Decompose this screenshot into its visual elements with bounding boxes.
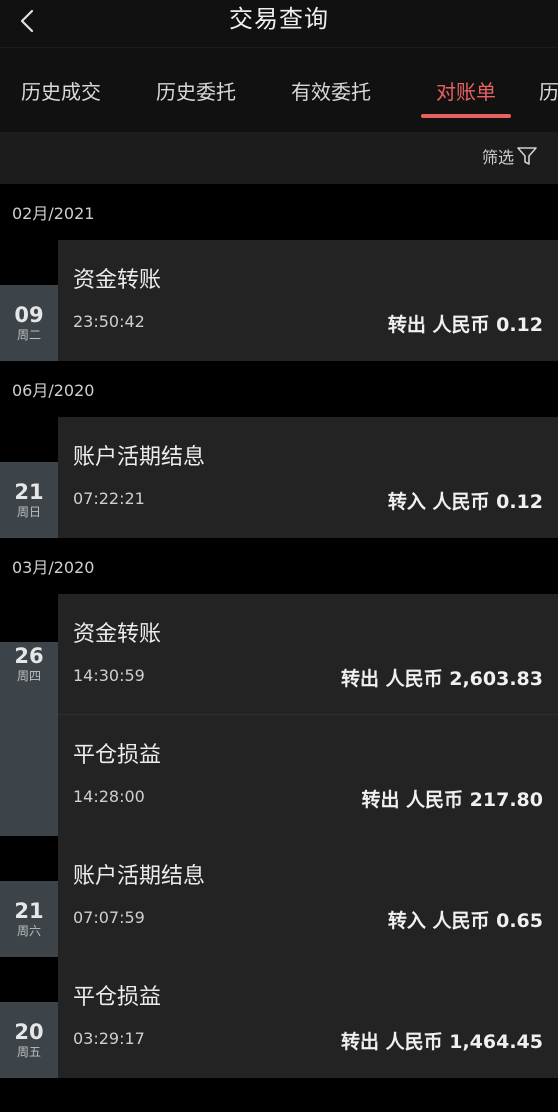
day-group: 21 周日 账户活期结息 07:22:21 转入 人民币 0.12 <box>0 417 558 538</box>
day-group: 26 周四 资金转账 14:30:59 转出 人民币 2,603.83 平仓损益 14:28… <box>0 594 558 836</box>
entry-amount: 转出 人民币 217.80 <box>361 789 543 811</box>
entry-time: 23:50:42 <box>73 312 145 331</box>
entry-amount: 转出 人民币 1,464.45 <box>341 1031 543 1053</box>
header: 交易查询 <box>0 0 558 48</box>
weekday-label: 周六 <box>16 924 41 938</box>
weekday-label: 周二 <box>16 328 41 342</box>
day-column: 20 周五 <box>0 957 58 1078</box>
day-column: 09 周二 <box>0 240 58 361</box>
day-badge: 21 周日 <box>0 462 58 538</box>
tab-history-trades[interactable]: 历史成交 <box>21 76 101 105</box>
entry-title: 账户活期结息 <box>73 445 206 470</box>
day-badge: 09 周二 <box>0 285 58 361</box>
entry-amount: 转入 人民币 0.12 <box>387 491 543 513</box>
month-header: 06月/2020 <box>0 361 558 417</box>
day-badge: 26 周四 <box>0 642 58 836</box>
day-number: 20 <box>14 1020 44 1044</box>
tab-statement[interactable]: 对账单 <box>436 76 496 105</box>
page-title: 交易查询 <box>229 5 329 33</box>
entry-time: 14:28:00 <box>73 787 145 806</box>
statement-entry[interactable]: 账户活期结息 07:07:59 转入 人民币 0.65 <box>58 836 558 957</box>
entry-time: 03:29:17 <box>73 1029 145 1048</box>
day-column: 26 周四 <box>0 594 58 836</box>
statement-list: 02月/2021 09 周二 资金转账 23:50:42 转出 人民币 0.12 06月/2… <box>0 184 558 1112</box>
weekday-label: 周日 <box>16 505 41 519</box>
entry-amount: 转出 人民币 2,603.83 <box>341 668 543 690</box>
filter-button[interactable]: 筛选 <box>482 144 538 168</box>
day-group: 09 周二 资金转账 23:50:42 转出 人民币 0.12 <box>0 240 558 361</box>
day-group: 20 周五 平仓损益 03:29:17 转出 人民币 1,464.45 <box>0 957 558 1078</box>
tab-bar: 历史成交 历史委托 有效委托 对账单 历 <box>0 48 558 132</box>
day-number: 26 <box>14 644 44 668</box>
weekday-label: 周四 <box>16 669 41 683</box>
filter-label: 筛选 <box>481 148 514 167</box>
day-number: 09 <box>14 303 44 327</box>
statement-entry[interactable]: 平仓损益 03:29:17 转出 人民币 1,464.45 <box>58 957 558 1078</box>
weekday-label: 周五 <box>16 1045 41 1059</box>
entry-title: 资金转账 <box>73 622 162 647</box>
filter-bar: 筛选 <box>0 132 558 184</box>
statement-entry[interactable]: 资金转账 23:50:42 转出 人民币 0.12 <box>58 240 558 361</box>
month-header: 03月/2020 <box>0 538 558 594</box>
day-number: 21 <box>14 480 44 504</box>
entry-title: 账户活期结息 <box>73 864 206 889</box>
entry-amount: 转出 人民币 0.12 <box>387 314 543 336</box>
entry-title: 资金转账 <box>73 268 162 293</box>
entry-title: 平仓损益 <box>73 985 162 1010</box>
entry-time: 07:07:59 <box>73 908 145 927</box>
statement-entry[interactable]: 资金转账 14:30:59 转出 人民币 2,603.83 <box>58 594 558 715</box>
statement-entry[interactable]: 账户活期结息 07:22:21 转入 人民币 0.12 <box>58 417 558 538</box>
day-column: 21 周六 <box>0 836 58 957</box>
day-column: 21 周日 <box>0 417 58 538</box>
entry-time: 07:22:21 <box>73 489 145 508</box>
tab-history-more[interactable]: 历 <box>539 76 558 105</box>
entry-title: 平仓损益 <box>73 743 162 768</box>
statement-entry[interactable]: 平仓损益 14:28:00 转出 人民币 217.80 <box>58 715 558 836</box>
entry-time: 14:30:59 <box>73 666 145 685</box>
active-tab-indicator <box>421 114 511 118</box>
month-header: 02月/2021 <box>0 184 558 240</box>
tab-history-orders[interactable]: 历史委托 <box>156 76 236 105</box>
tab-active-orders[interactable]: 有效委托 <box>291 76 371 105</box>
day-number: 21 <box>14 899 44 923</box>
day-badge: 20 周五 <box>0 1002 58 1078</box>
day-badge: 21 周六 <box>0 881 58 957</box>
funnel-icon <box>517 147 537 165</box>
entry-amount: 转入 人民币 0.65 <box>387 910 543 932</box>
day-group: 21 周六 账户活期结息 07:07:59 转入 人民币 0.65 <box>0 836 558 957</box>
